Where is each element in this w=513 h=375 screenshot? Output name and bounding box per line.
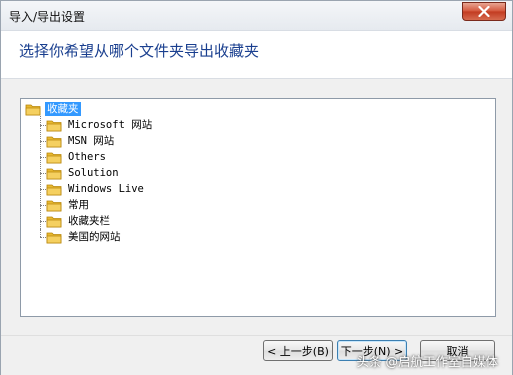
tree-root-label: 收藏夹 xyxy=(45,102,81,116)
tree-item-label: Microsoft 网站 xyxy=(68,119,153,131)
close-button[interactable] xyxy=(462,2,506,21)
tree-item[interactable]: Windows Live xyxy=(46,181,146,197)
tree-item[interactable]: 常用 xyxy=(46,197,91,213)
tree-item[interactable]: Solution xyxy=(46,165,121,181)
folder-icon xyxy=(46,168,62,180)
close-icon xyxy=(478,6,490,17)
tree-item-label: Solution xyxy=(68,167,119,179)
back-button[interactable]: < 上一步(B) xyxy=(263,340,333,361)
tree-item-label: MSN 网站 xyxy=(68,135,115,147)
tree-connector xyxy=(40,229,41,237)
content-area: 收藏夹 Microsoft 网站 MSN 网站 Others Solution … xyxy=(1,79,512,335)
folder-icon xyxy=(46,152,62,164)
header-area: 选择你希望从哪个文件夹导出收藏夹 xyxy=(1,32,512,76)
folder-icon xyxy=(46,232,62,244)
folder-icon xyxy=(46,136,62,148)
tree-item[interactable]: Microsoft 网站 xyxy=(46,117,154,133)
tree-root-item[interactable]: 收藏夹 xyxy=(25,101,81,117)
tree-item[interactable]: MSN 网站 xyxy=(46,133,116,149)
tree-item-label: 常用 xyxy=(68,199,89,211)
folder-icon xyxy=(46,120,62,132)
folder-icon xyxy=(46,216,62,228)
tree-item[interactable]: 收藏夹栏 xyxy=(46,213,112,229)
watermark-text: 头条 @启航工作室自媒体 xyxy=(356,354,498,369)
window-title: 导入/导出设置 xyxy=(9,10,86,24)
tree-item-label: 收藏夹栏 xyxy=(68,215,110,227)
title-bar[interactable]: 导入/导出设置 xyxy=(1,1,512,31)
tree-item-label: Windows Live xyxy=(68,183,144,195)
tree-item[interactable]: Others xyxy=(46,149,108,165)
folder-icon xyxy=(46,200,62,212)
tree-item-label: 美国的网站 xyxy=(68,231,121,243)
folder-icon xyxy=(25,104,41,116)
page-heading: 选择你希望从哪个文件夹导出收藏夹 xyxy=(19,42,260,60)
tree-item-label: Others xyxy=(68,151,106,163)
dialog-window: 导入/导出设置 选择你希望从哪个文件夹导出收藏夹 收藏夹 Microsoft 网… xyxy=(0,0,513,375)
tree-item[interactable]: 美国的网站 xyxy=(46,229,123,245)
folder-tree[interactable]: 收藏夹 Microsoft 网站 MSN 网站 Others Solution … xyxy=(20,98,496,317)
folder-icon xyxy=(46,184,62,196)
